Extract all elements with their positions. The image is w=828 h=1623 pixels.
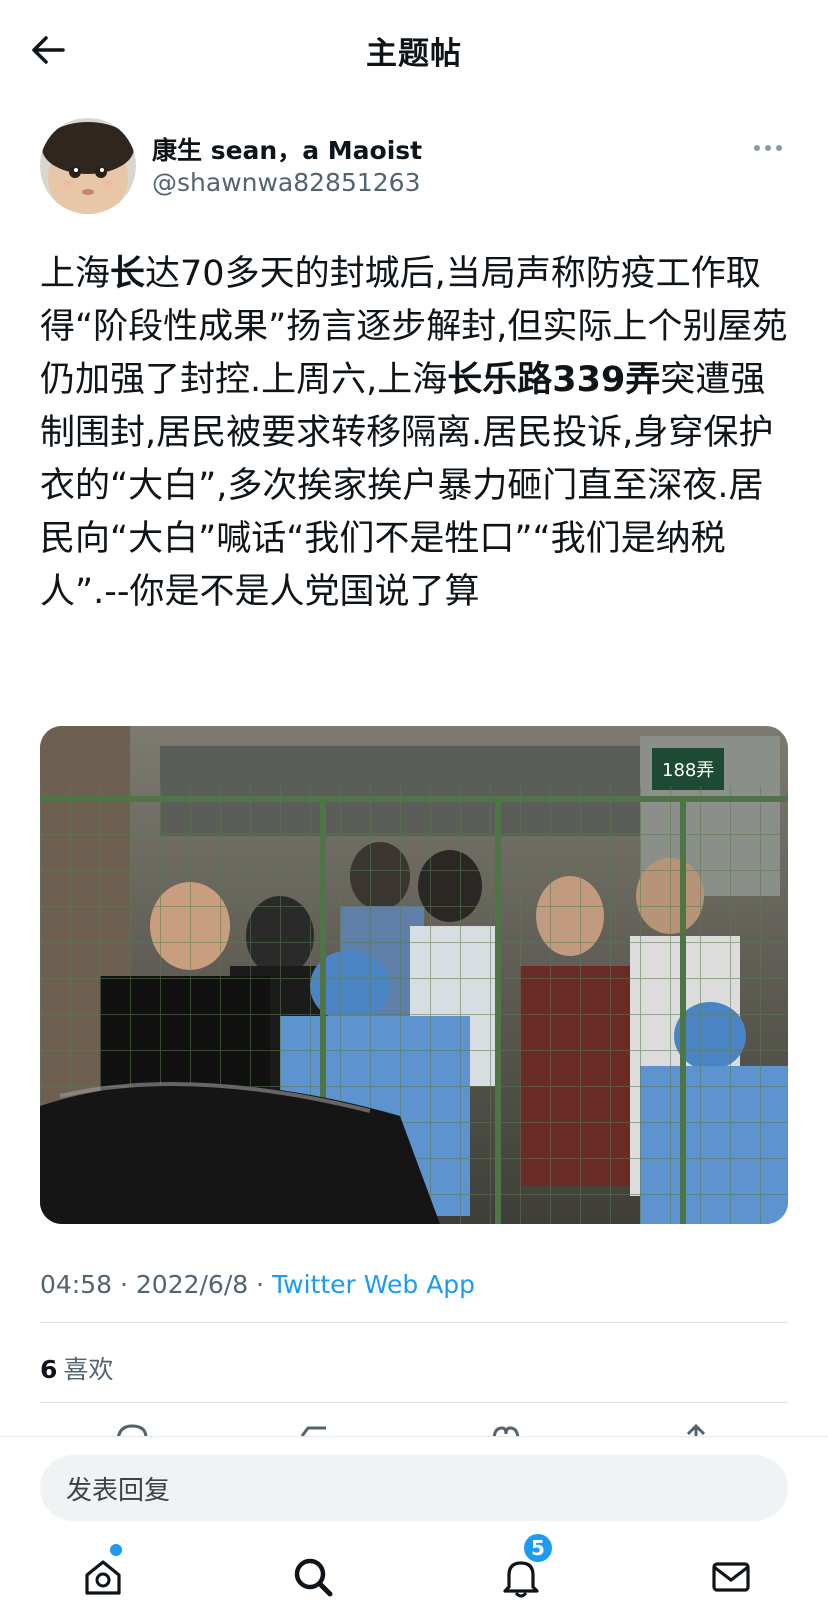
meta-separator: · xyxy=(248,1270,273,1299)
likes-count[interactable]: 6 喜欢 xyxy=(40,1350,113,1386)
tweet-text-bold: 长乐路339弄 xyxy=(447,360,661,400)
likes-label: 喜欢 xyxy=(63,1355,114,1384)
retweet-icon[interactable] xyxy=(296,1420,336,1436)
tweet-timestamp: 04:58 · 2022/6/8 · Twitter Web App xyxy=(40,1270,475,1299)
tweet-author: 康生 sean，a Maoist @shawnwa82851263 xyxy=(40,118,788,214)
meta-separator: · xyxy=(112,1270,136,1299)
search-icon xyxy=(294,1558,333,1596)
nav-messages[interactable] xyxy=(686,1530,776,1623)
nav-search[interactable] xyxy=(268,1530,358,1623)
author-handle[interactable]: @shawnwa82851263 xyxy=(152,168,421,197)
likes-number: 6 xyxy=(40,1355,58,1384)
street-sign-text: 188弄 xyxy=(662,760,714,781)
tweet-text: 上海长达70多天的封城后,当局声称防疫工作取得“阶段性成果”扬言逐步解封,但实际… xyxy=(40,248,792,619)
divider xyxy=(40,1322,788,1323)
mail-icon xyxy=(712,1561,750,1592)
author-display-name[interactable]: 康生 sean，a Maoist xyxy=(152,131,422,167)
avatar[interactable] xyxy=(40,118,136,214)
more-dot xyxy=(776,145,782,151)
more-dot xyxy=(754,145,760,151)
reply-icon[interactable] xyxy=(112,1420,152,1436)
reply-bar: 发表回复 xyxy=(0,1436,828,1526)
page-title: 主题帖 xyxy=(366,36,462,72)
tweet-text-segment: 上海 xyxy=(40,254,111,294)
more-options-button[interactable] xyxy=(748,136,788,160)
divider xyxy=(40,1402,788,1403)
top-bar: 主题帖 xyxy=(0,0,828,100)
tweet-text-bold: 长 xyxy=(110,254,146,294)
heart-icon[interactable] xyxy=(486,1420,526,1436)
reply-input[interactable]: 发表回复 xyxy=(40,1455,788,1521)
notifications-badge: 5 xyxy=(522,1532,554,1564)
tweet-photo[interactable]: 188弄 xyxy=(40,726,788,1224)
home-icon xyxy=(85,1559,121,1595)
tweet-actions-bar xyxy=(0,1420,828,1436)
nav-notifications[interactable]: 5 xyxy=(476,1530,566,1623)
home-unread-dot xyxy=(110,1544,122,1556)
nav-home[interactable] xyxy=(58,1530,148,1623)
more-dot xyxy=(765,145,771,151)
share-icon[interactable] xyxy=(676,1420,716,1436)
tweet-date: 2022/6/8 xyxy=(135,1270,249,1299)
tweet-time: 04:58 xyxy=(40,1270,113,1299)
tweet-source-link[interactable]: Twitter Web App xyxy=(272,1270,475,1299)
bottom-navigation: 5 xyxy=(0,1530,828,1623)
